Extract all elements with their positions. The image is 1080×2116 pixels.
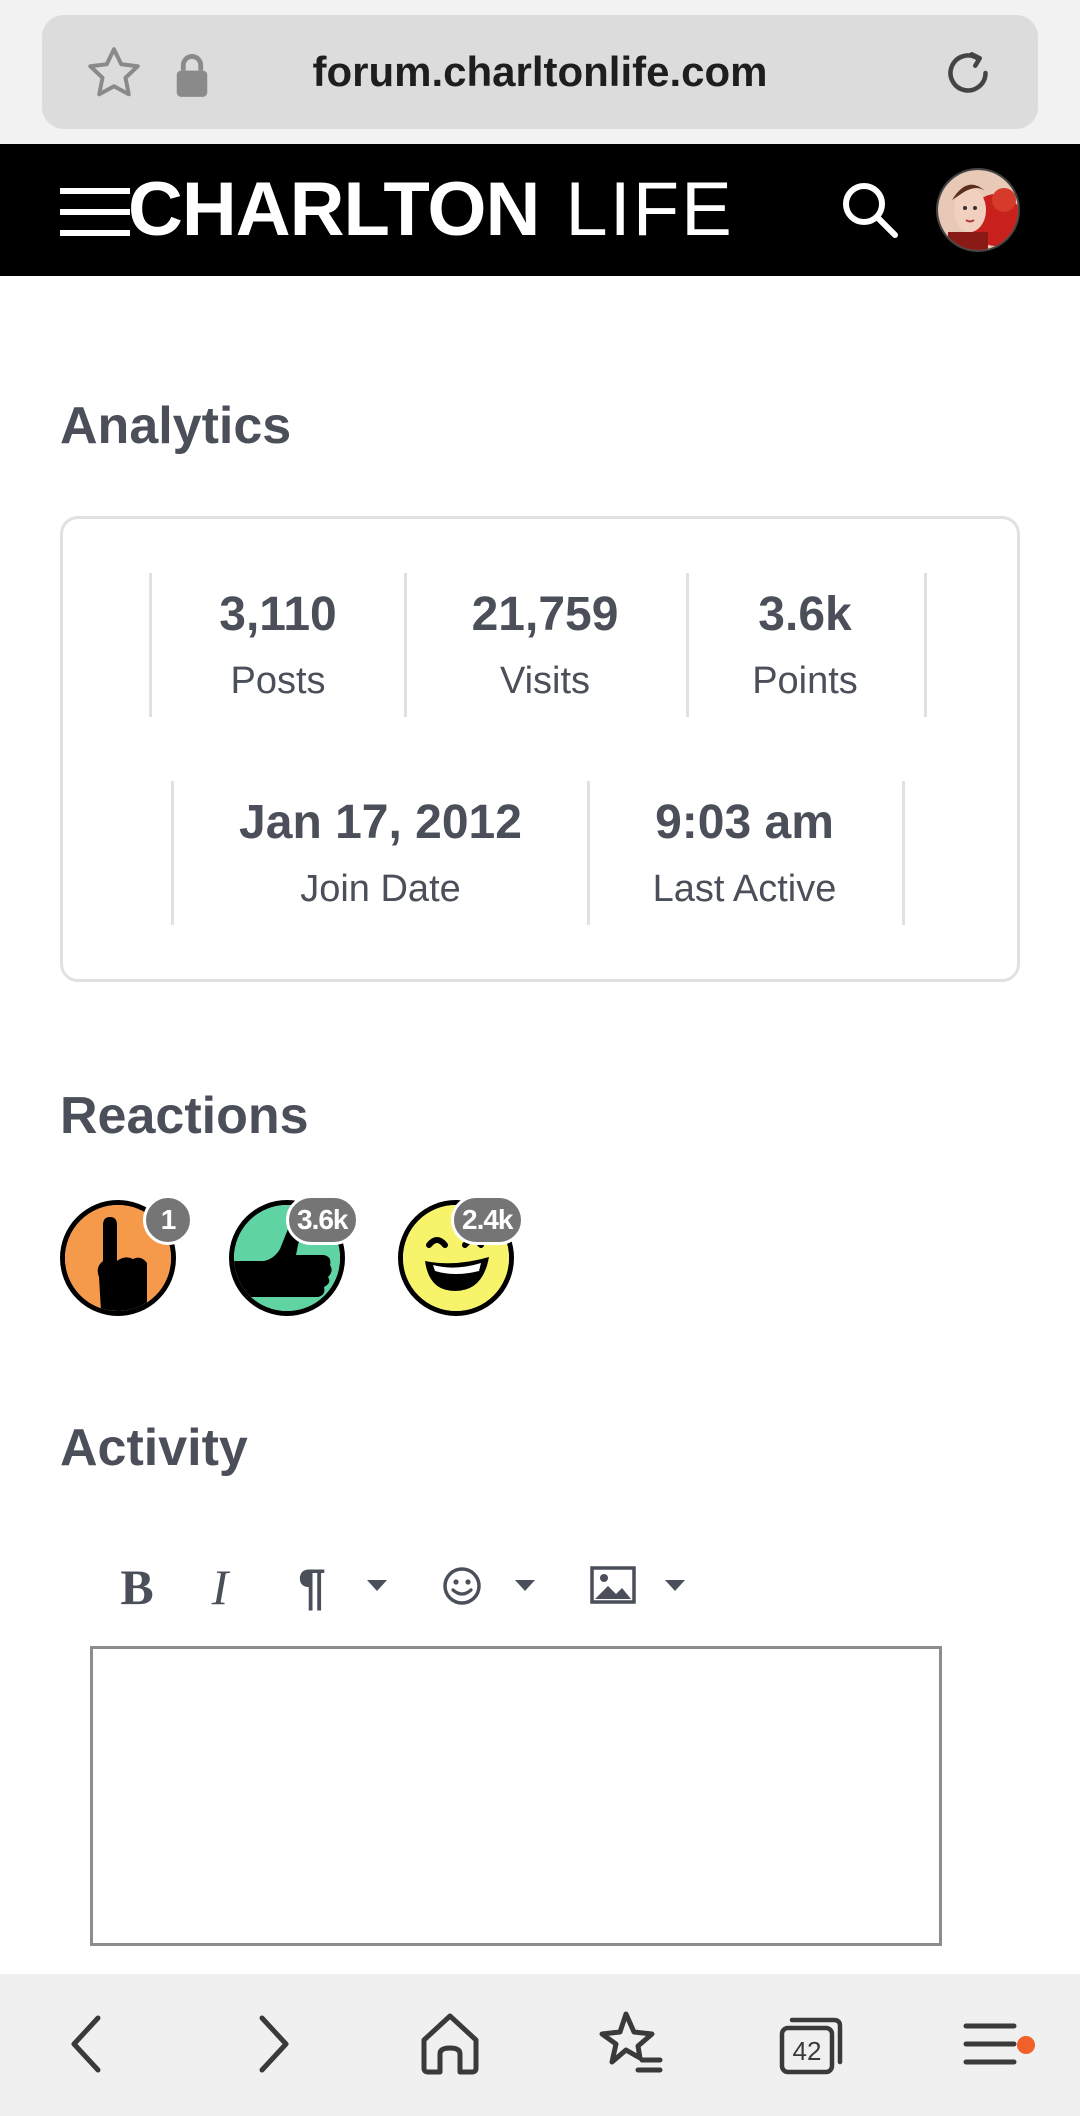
stat-label: Join Date <box>300 868 461 910</box>
search-icon[interactable] <box>840 180 900 240</box>
user-avatar[interactable] <box>936 168 1020 252</box>
chevron-right-icon <box>259 2015 289 2073</box>
stat-label: Posts <box>230 660 326 702</box>
home-icon <box>421 2013 479 2075</box>
activity-editor-textarea[interactable] <box>90 1646 942 1946</box>
hamburger-menu-icon[interactable] <box>60 186 130 238</box>
stat-posts: 3,110 Posts <box>149 573 407 717</box>
notification-dot <box>1017 2036 1035 2054</box>
image-icon[interactable] <box>590 1566 636 1604</box>
bold-button[interactable]: B <box>112 1552 162 1622</box>
paragraph-chevron-down-icon[interactable] <box>366 1578 388 1592</box>
bookmarks-button[interactable] <box>590 2004 670 2084</box>
italic-button[interactable]: I <box>200 1552 240 1622</box>
avatar-image <box>938 170 1018 250</box>
home-button[interactable] <box>410 2004 490 2084</box>
analytics-card: 3,110 Posts 21,759 Visits 3.6k Points Ja… <box>60 516 1020 982</box>
stat-label: Last Active <box>652 868 837 910</box>
tabs-icon: 42 <box>779 2017 843 2075</box>
address-bar[interactable]: forum.charltonlife.com <box>42 15 1038 129</box>
emoji-chevron-down-icon[interactable] <box>514 1578 536 1592</box>
stat-points: 3.6k Points <box>686 573 927 717</box>
reaction-thumbs-up[interactable]: 3.6k <box>229 1195 359 1316</box>
browser-toolbar: forum.charltonlife.com <box>0 0 1080 144</box>
reload-icon[interactable] <box>938 43 998 103</box>
paragraph-format-button[interactable]: ¶ <box>290 1552 334 1622</box>
stat-value: 3,110 <box>219 588 337 641</box>
browser-bottom-bar: 42 <box>0 1974 1080 2116</box>
forward-button[interactable] <box>232 2004 312 2084</box>
chevron-left-icon <box>71 2015 101 2073</box>
tabs-button[interactable]: 42 <box>770 2004 850 2084</box>
reaction-count-badge: 3.6k <box>286 1195 359 1245</box>
emoji-icon[interactable] <box>442 1566 482 1606</box>
reaction-pointing-finger[interactable]: 1 <box>60 1195 193 1316</box>
stat-visits: 21,759 Visits <box>404 573 689 717</box>
bookmarks-star-list-icon <box>599 2011 663 2073</box>
logo-light-text: LIFE <box>565 167 734 252</box>
reaction-count-badge: 1 <box>143 1195 193 1245</box>
site-header: CHARLTON LIFE <box>0 144 1080 276</box>
activity-heading: Activity <box>60 1419 248 1477</box>
logo-bold-text: CHARLTON <box>128 167 540 252</box>
image-chevron-down-icon[interactable] <box>664 1578 686 1592</box>
url-text[interactable]: forum.charltonlife.com <box>42 15 1038 129</box>
reaction-laughing[interactable]: 2.4k <box>398 1195 524 1316</box>
back-button[interactable] <box>48 2004 128 2084</box>
stat-value: 3.6k <box>758 588 852 641</box>
stat-label: Visits <box>499 660 591 702</box>
stat-label: Points <box>752 660 858 702</box>
stat-last-active: 9:03 am Last Active <box>587 781 905 925</box>
reaction-count-badge: 2.4k <box>451 1195 524 1245</box>
stat-value: 9:03 am <box>655 796 834 849</box>
analytics-heading: Analytics <box>60 397 292 455</box>
tab-count: 42 <box>793 2036 822 2066</box>
stat-value: 21,759 <box>471 588 619 641</box>
stat-join-date: Jan 17, 2012 Join Date <box>171 781 590 925</box>
stat-value: Jan 17, 2012 <box>239 796 522 849</box>
site-logo[interactable]: CHARLTON LIFE <box>128 168 734 252</box>
reactions-heading: Reactions <box>60 1087 309 1145</box>
